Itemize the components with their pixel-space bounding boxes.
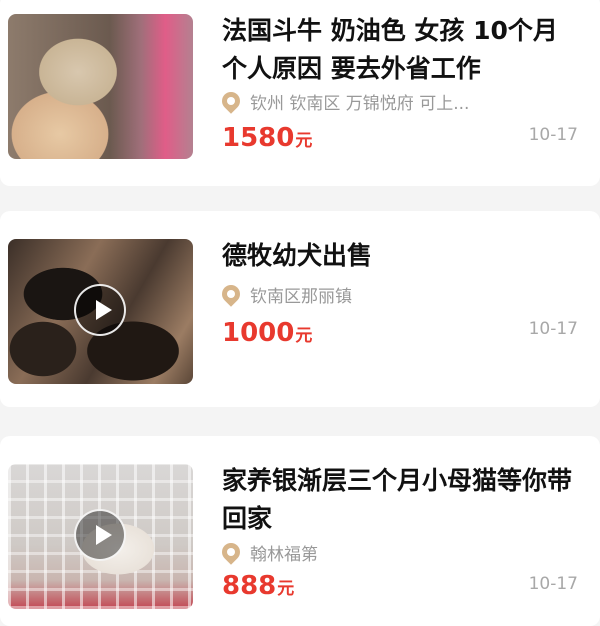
listing-feed: 法国斗牛 奶油色 女孩 10个月 个人原因 要去外省工作 钦州 钦南区 万锦悦府… [0,0,600,626]
listing-date: 10-17 [528,319,578,339]
location-pin-icon [218,539,244,565]
listing-title[interactable]: 德牧幼犬出售 [222,237,582,275]
listing-price-unit: 元 [277,579,295,599]
listing-thumbnail[interactable] [8,14,193,159]
listing-thumbnail[interactable] [8,239,193,384]
listing-thumbnail[interactable] [8,464,193,609]
listing-price-unit: 元 [295,326,313,346]
listing-price: 1000 元 [222,317,312,349]
video-play-icon[interactable] [74,509,126,561]
listing-location-text: 钦州 钦南区 万锦悦府 可上... [250,93,470,114]
listing-price-value: 1000 [222,318,295,348]
location-pin-icon [218,88,244,114]
listing-location: 钦州 钦南区 万锦悦府 可上... [218,88,582,114]
listing-price: 888 元 [222,570,294,602]
location-pin-icon [218,281,244,307]
listing-price-value: 888 [222,571,277,601]
listing-price-value: 1580 [222,123,295,153]
listing-date: 10-17 [528,574,578,594]
video-play-icon[interactable] [74,284,126,336]
listing-card[interactable]: 家养银渐层三个月小母猫等你带回家 翰林福第 888 元 10-17 [0,436,600,626]
listing-location-text: 翰林福第 [250,544,318,565]
listing-title[interactable]: 家养银渐层三个月小母猫等你带回家 [222,462,582,538]
listing-title[interactable]: 法国斗牛 奶油色 女孩 10个月 个人原因 要去外省工作 [222,12,582,88]
listing-price: 1580 元 [222,122,312,154]
listing-location: 翰林福第 [218,539,582,565]
listing-location-text: 钦南区那丽镇 [250,286,352,307]
listing-date: 10-17 [528,125,578,145]
listing-price-unit: 元 [295,131,313,151]
listing-card[interactable]: 法国斗牛 奶油色 女孩 10个月 个人原因 要去外省工作 钦州 钦南区 万锦悦府… [0,0,600,186]
listing-location: 钦南区那丽镇 [218,281,582,307]
listing-card[interactable]: 德牧幼犬出售 钦南区那丽镇 1000 元 10-17 [0,211,600,407]
